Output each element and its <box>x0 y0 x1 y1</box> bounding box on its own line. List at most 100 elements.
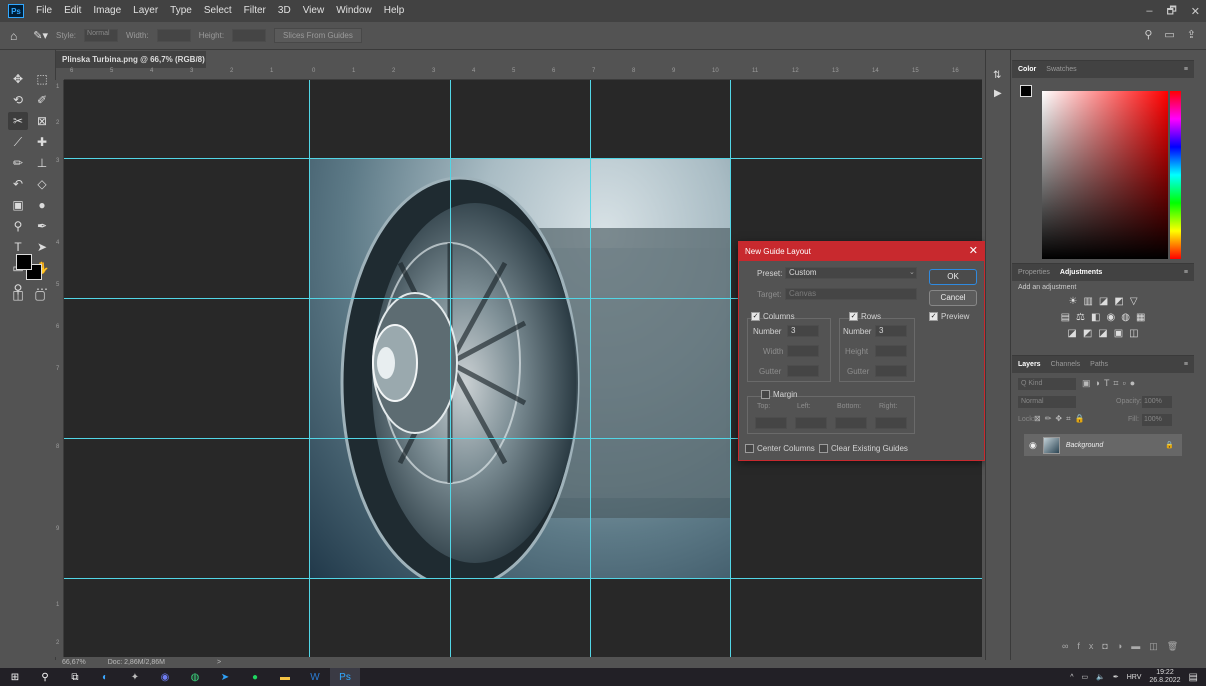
frame-tool-icon[interactable]: ⊠ <box>32 112 52 130</box>
dialog-close-icon[interactable]: ✕ <box>969 242 978 261</box>
tab-properties[interactable]: Properties <box>1018 269 1050 276</box>
panel-menu-icon[interactable]: ≡ <box>1184 361 1188 368</box>
eraser-tool-icon[interactable]: ◇ <box>32 175 52 193</box>
color-picker-field[interactable] <box>1042 91 1168 259</box>
margin-left-input[interactable] <box>795 417 827 429</box>
levels-icon[interactable]: ▥ <box>1083 296 1092 307</box>
columns-checkbox[interactable]: ✓ <box>751 312 760 321</box>
guide-vertical[interactable] <box>730 80 731 657</box>
slice-tool-icon[interactable]: ✂ <box>8 112 28 130</box>
panel-menu-icon[interactable]: ≡ <box>1184 66 1188 73</box>
dodge-tool-icon[interactable]: ⚲ <box>8 217 28 235</box>
menu-edit[interactable]: Edit <box>58 0 87 22</box>
columns-number-input[interactable]: 3 <box>787 325 819 337</box>
tab-layers[interactable]: Layers <box>1018 361 1041 368</box>
search-icon[interactable]: ⚲ <box>1144 28 1152 41</box>
language-indicator[interactable]: HRV <box>1127 674 1142 681</box>
tab-swatches[interactable]: Swatches <box>1046 66 1076 73</box>
menu-image[interactable]: Image <box>87 0 127 22</box>
restore-icon[interactable]: 🗗 <box>1166 2 1176 21</box>
guide-horizontal[interactable] <box>64 158 982 159</box>
minimize-icon[interactable]: – <box>1146 5 1152 17</box>
margin-checkbox[interactable] <box>761 390 770 399</box>
app-icon[interactable]: ✦ <box>120 668 150 686</box>
opacity-input[interactable]: 100% <box>1142 396 1172 408</box>
layer-kind-filter[interactable]: Q Kind <box>1018 378 1076 390</box>
history-icon[interactable]: ⇅ <box>993 70 1001 81</box>
tray-chevron-icon[interactable]: ^ <box>1070 674 1073 681</box>
layers-footer-icons[interactable]: ∞fx◘◑▬◫🗑 <box>1062 641 1187 652</box>
document-canvas[interactable] <box>310 158 730 578</box>
color-balance-icon[interactable]: ⚖ <box>1076 312 1085 323</box>
foreground-color-swatch[interactable] <box>16 254 32 270</box>
quick-select-tool-icon[interactable]: ✐ <box>32 91 52 109</box>
layer-row-background[interactable]: ◉ Background 🔒 <box>1024 434 1182 456</box>
invert-icon[interactable]: ◪ <box>1067 328 1076 339</box>
marquee-tool-icon[interactable]: ⬚ <box>32 70 52 88</box>
brush-tool-icon[interactable]: ✏ <box>8 154 28 172</box>
app-icon[interactable]: ➤ <box>210 668 240 686</box>
menu-type[interactable]: Type <box>164 0 198 22</box>
columns-width-input[interactable] <box>787 345 819 357</box>
gradient-tool-icon[interactable]: ▣ <box>8 196 28 214</box>
task-view-icon[interactable]: ⧉ <box>60 668 90 686</box>
home-icon[interactable]: ⌂ <box>10 29 17 43</box>
target-select[interactable]: Canvas <box>785 288 917 300</box>
menu-window[interactable]: Window <box>330 0 378 22</box>
notification-icon[interactable]: ▤ <box>1189 672 1198 683</box>
blend-mode-select[interactable]: Normal <box>1018 396 1076 408</box>
margin-top-input[interactable] <box>755 417 787 429</box>
document-tab[interactable]: Plinska Turbina.png @ 66,7% (RGB/8) × <box>56 51 206 81</box>
clock[interactable]: 19:22 26.8.2022 <box>1149 669 1180 685</box>
black-white-icon[interactable]: ◧ <box>1091 312 1100 323</box>
rows-number-input[interactable]: 3 <box>875 325 907 337</box>
style-select[interactable]: Normal <box>84 29 119 42</box>
tab-channels[interactable]: Channels <box>1051 361 1081 368</box>
healing-tool-icon[interactable]: ✚ <box>32 133 52 151</box>
cancel-button[interactable]: Cancel <box>929 290 977 306</box>
photoshop-taskbar-icon[interactable]: Ps <box>330 668 360 686</box>
share-icon[interactable]: ⇪ <box>1187 28 1196 41</box>
menu-filter[interactable]: Filter <box>238 0 272 22</box>
columns-gutter-input[interactable] <box>787 365 819 377</box>
menu-view[interactable]: View <box>297 0 331 22</box>
guide-vertical[interactable] <box>450 80 451 657</box>
menu-layer[interactable]: Layer <box>127 0 164 22</box>
rows-height-input[interactable] <box>875 345 907 357</box>
tab-adjustments[interactable]: Adjustments <box>1060 269 1102 276</box>
volume-icon[interactable]: 🔈 <box>1096 673 1105 681</box>
margin-right-input[interactable] <box>875 417 907 429</box>
margin-bottom-input[interactable] <box>835 417 867 429</box>
guide-horizontal[interactable] <box>64 578 982 579</box>
ok-button[interactable]: OK <box>929 269 977 285</box>
menu-file[interactable]: File <box>30 0 58 22</box>
preview-checkbox[interactable]: ✓ <box>929 312 938 321</box>
height-input[interactable] <box>232 29 267 42</box>
history-brush-icon[interactable]: ↶ <box>8 175 28 193</box>
channel-mixer-icon[interactable]: ◍ <box>1121 312 1130 323</box>
exposure-icon[interactable]: ◩ <box>1114 296 1123 307</box>
threshold-icon[interactable]: ◪ <box>1098 328 1107 339</box>
guide-vertical[interactable] <box>309 80 310 657</box>
move-tool-icon[interactable]: ✥ <box>8 70 28 88</box>
quick-mask-icon[interactable]: ◫ <box>8 286 28 304</box>
photo-filter-icon[interactable]: ◉ <box>1106 312 1115 323</box>
close-icon[interactable]: ✕ <box>1191 5 1200 18</box>
search-icon[interactable]: ⚲ <box>30 668 60 686</box>
panel-menu-icon[interactable]: ≡ <box>1184 269 1188 276</box>
edge-icon[interactable]: ◐ <box>90 668 120 686</box>
path-select-tool-icon[interactable]: ➤ <box>32 238 52 256</box>
vibrance-icon[interactable]: ▽ <box>1130 296 1138 307</box>
spotify-icon[interactable]: ● <box>240 668 270 686</box>
rows-gutter-input[interactable] <box>875 365 907 377</box>
file-explorer-icon[interactable]: ▬ <box>270 668 300 686</box>
network-icon[interactable]: ▭ <box>1082 673 1089 681</box>
rows-checkbox[interactable]: ✓ <box>849 312 858 321</box>
center-columns-checkbox[interactable] <box>745 444 754 453</box>
pen-icon[interactable]: ✒ <box>1113 673 1119 681</box>
stamp-tool-icon[interactable]: ⊥ <box>32 154 52 172</box>
color-lookup-icon[interactable]: ▦ <box>1136 312 1145 323</box>
posterize-icon[interactable]: ◩ <box>1083 328 1092 339</box>
menu-select[interactable]: Select <box>198 0 238 22</box>
app-icon[interactable]: ◍ <box>180 668 210 686</box>
